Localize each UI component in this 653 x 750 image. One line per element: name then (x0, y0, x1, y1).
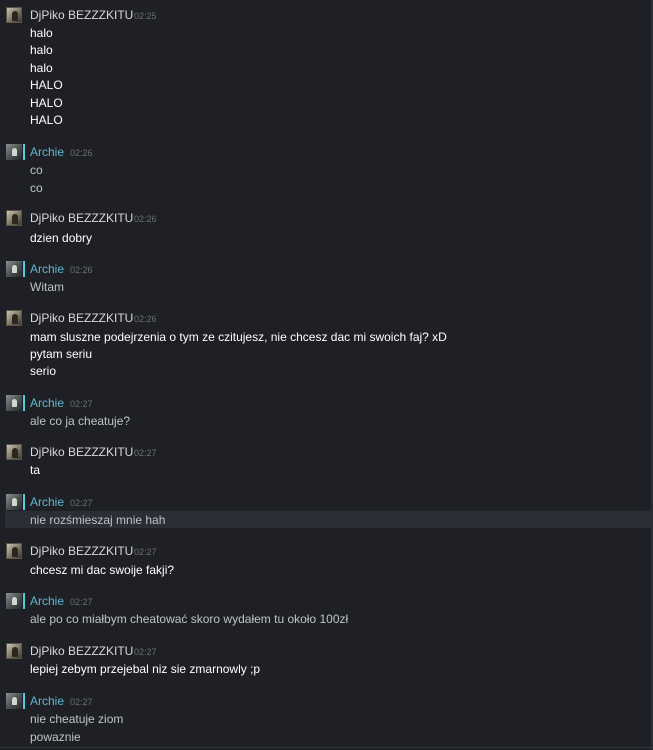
divider (0, 747, 653, 748)
avatar[interactable] (6, 543, 22, 559)
message-text: pytam seriu (30, 347, 93, 361)
sender-name[interactable]: Archie (30, 145, 64, 159)
message-text: chcesz mi dac swoije fakji? (30, 563, 175, 577)
avatar[interactable] (6, 210, 22, 226)
message-text: halo (30, 26, 53, 40)
timestamp: 02:26 (134, 214, 157, 224)
message-text: powaznie (30, 730, 81, 744)
sender-name[interactable]: Archie (30, 495, 64, 509)
message-text: co (30, 181, 43, 195)
timestamp: 02:26 (70, 148, 93, 158)
online-status-indicator (23, 395, 25, 411)
avatar[interactable] (6, 144, 22, 160)
online-status-indicator (23, 693, 25, 709)
timestamp: 02:27 (70, 597, 93, 607)
message-text: nie rozśmieszaj mnie hah (30, 513, 166, 527)
avatar[interactable] (6, 261, 22, 277)
sender-name[interactable]: DjPiko BEZZZKITU (30, 644, 133, 658)
avatar[interactable] (6, 593, 22, 609)
timestamp: 02:26 (134, 314, 157, 324)
timestamp: 02:27 (134, 547, 157, 557)
avatar[interactable] (6, 310, 22, 326)
avatar[interactable] (6, 643, 22, 659)
message-text: halo (30, 43, 53, 57)
message-text: halo (30, 61, 53, 75)
avatar[interactable] (6, 7, 22, 23)
message-text: ale po co miałbym cheatować skoro wydałe… (30, 612, 349, 626)
online-status-indicator (23, 494, 25, 510)
chat-log: DjPiko BEZZZKITU 02:25 halo halo halo HA… (0, 0, 653, 750)
sender-name[interactable]: Archie (30, 396, 64, 410)
sender-name[interactable]: DjPiko BEZZZKITU (30, 8, 133, 22)
sender-name[interactable]: Archie (30, 262, 64, 276)
message-text: serio (30, 364, 57, 378)
online-status-indicator (23, 144, 25, 160)
message-text: HALO (30, 113, 63, 127)
avatar[interactable] (6, 395, 22, 411)
sender-name[interactable]: DjPiko BEZZZKITU (30, 544, 133, 558)
message-text: nie cheatuje ziom (30, 712, 124, 726)
avatar[interactable] (6, 693, 22, 709)
timestamp: 02:27 (70, 697, 93, 707)
message-text: Witam (30, 280, 64, 294)
message-text: lepiej zebym przejebal niz sie zmarnowly… (30, 662, 261, 676)
timestamp: 02:27 (134, 647, 157, 657)
timestamp: 02:25 (134, 11, 157, 21)
sender-name[interactable]: DjPiko BEZZZKITU (30, 445, 133, 459)
sender-name[interactable]: DjPiko BEZZZKITU (30, 211, 133, 225)
sender-name[interactable]: Archie (30, 594, 64, 608)
timestamp: 02:26 (70, 265, 93, 275)
avatar[interactable] (6, 444, 22, 460)
timestamp: 02:27 (70, 498, 93, 508)
timestamp: 02:27 (134, 448, 157, 458)
message-text: HALO (30, 78, 63, 92)
timestamp: 02:27 (70, 399, 93, 409)
online-status-indicator (23, 261, 25, 277)
message-text: ta (30, 463, 41, 477)
message-text: co (30, 163, 43, 177)
sender-name[interactable]: DjPiko BEZZZKITU (30, 311, 133, 325)
message-text: HALO (30, 96, 63, 110)
message-text: mam sluszne podejrzenia o tym ze czituje… (30, 330, 447, 344)
sender-name[interactable]: Archie (30, 694, 64, 708)
message-text: ale co ja cheatuje? (30, 414, 131, 428)
message-text: dzien dobry (30, 231, 93, 245)
avatar[interactable] (6, 494, 22, 510)
online-status-indicator (23, 593, 25, 609)
